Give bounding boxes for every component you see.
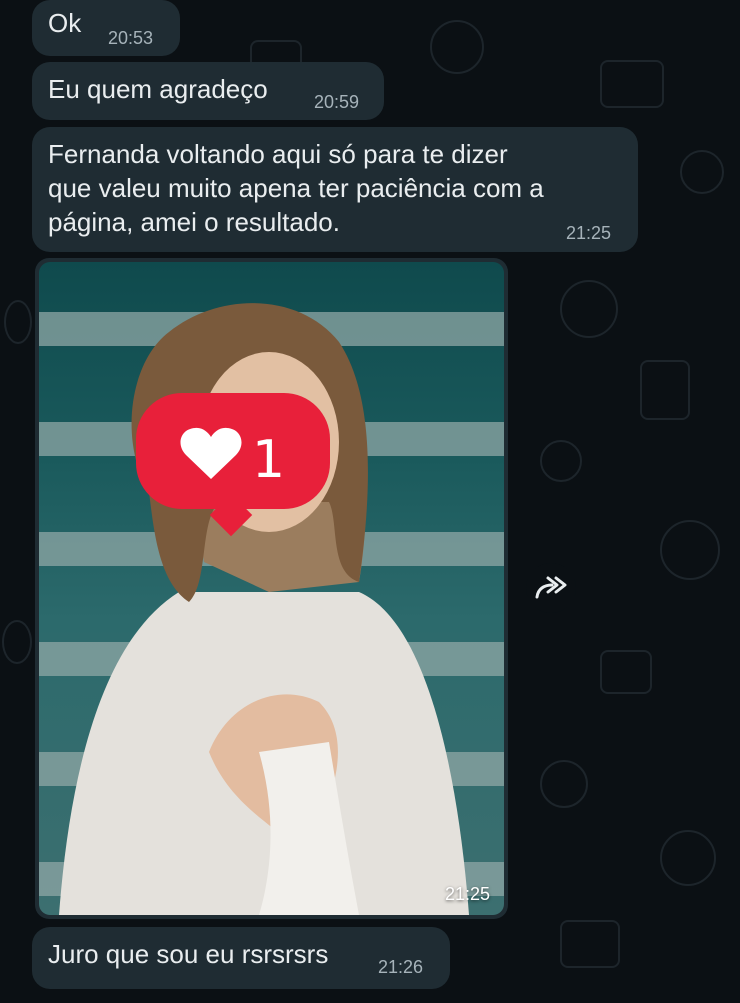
message-bubble-1[interactable]: Ok 20:53 [32,0,180,56]
message-time: 20:53 [108,28,154,48]
forward-button[interactable] [526,563,576,613]
message-bubble-2[interactable]: Eu quem agradeço 20:59 [32,62,384,120]
message-bubble-4[interactable]: Juro que sou eu rsrsrsrs 21:26 [32,927,450,989]
heart-icon [180,427,242,479]
message-text: Eu quem agradeço [48,74,268,104]
message-bubble-3[interactable]: Fernanda voltando aqui só para te dizer … [32,127,638,252]
message-text: Fernanda voltando aqui só para te dizer … [48,139,544,237]
message-text: Juro que sou eu rsrsrsrs [48,939,329,969]
forward-icon [535,576,567,599]
person-figure [59,303,469,915]
message-text: Ok [48,8,82,38]
message-time: 21:25 [566,223,612,243]
image-time: 21:25 [444,884,490,904]
message-time: 21:26 [378,957,424,977]
photo[interactable]: 21:25 [39,262,504,915]
image-message[interactable]: 21:25 [35,258,508,919]
like-count: 1 [252,430,286,490]
like-badge [136,393,330,509]
message-time: 20:59 [314,92,360,112]
